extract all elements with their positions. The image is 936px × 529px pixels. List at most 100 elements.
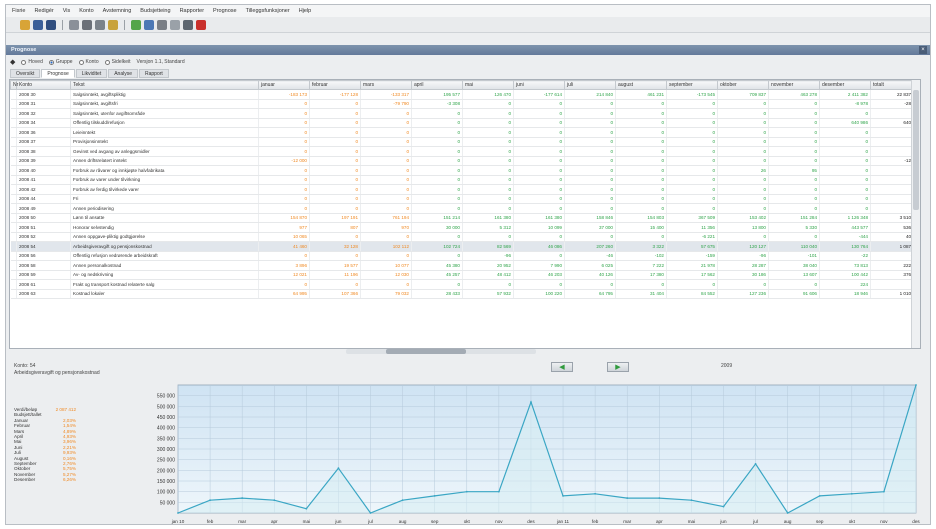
table-row[interactable]: 2008 31 Salgsinntekt, avgiftsfri 0 0 -79 790… [10, 99, 920, 109]
print-icon[interactable] [82, 19, 92, 30]
value-cell[interactable]: 3 896 [258, 260, 310, 271]
value-cell[interactable]: 0 [819, 194, 871, 204]
value-cell[interactable]: 0 [462, 127, 514, 138]
value-cell[interactable]: 0 [513, 175, 565, 185]
menu-item[interactable]: Hjelp [299, 8, 312, 14]
value-cell[interactable]: 0 [819, 156, 871, 166]
money-icon[interactable] [108, 19, 118, 30]
value-cell[interactable]: 102 112 [360, 241, 412, 252]
value-cell[interactable]: 0 [615, 165, 667, 176]
table-row[interactable]: 2008 42 Forbruk av ferdig tilvirkede vare… [10, 184, 920, 195]
value-cell[interactable]: 0 [309, 279, 361, 290]
value-cell[interactable]: 0 [411, 127, 463, 138]
column-header[interactable]: november [768, 80, 820, 90]
value-cell[interactable]: 0 [360, 137, 412, 147]
value-cell[interactable]: 0 [513, 108, 565, 119]
tab-analyse[interactable]: Analyse [108, 69, 138, 78]
value-cell[interactable]: 0 [258, 137, 310, 147]
value-cell[interactable]: 0 [717, 203, 769, 214]
value-cell[interactable]: 10 077 [360, 260, 412, 271]
value-cell[interactable]: 0 [513, 251, 565, 261]
value-cell[interactable]: 0 [768, 156, 820, 166]
value-cell[interactable]: 64 995 [258, 289, 310, 299]
value-cell[interactable]: 0 [564, 146, 616, 157]
value-cell[interactable]: 0 [258, 118, 310, 128]
table-row[interactable]: 2008 49Annen periodisering0000000000000 [10, 203, 920, 214]
value-cell[interactable]: 0 [513, 232, 565, 242]
value-cell[interactable]: 0 [768, 99, 820, 109]
column-header[interactable]: august [615, 80, 667, 90]
value-cell[interactable]: 0 [360, 184, 412, 195]
value-cell[interactable]: 197 191 [309, 213, 361, 223]
value-cell[interactable]: 761 194 [360, 213, 412, 223]
value-cell[interactable]: 0 [564, 99, 616, 109]
value-cell[interactable]: 463 278 [768, 89, 820, 100]
column-header[interactable]: desember [819, 80, 871, 90]
menu-item[interactable]: Konto [79, 8, 93, 14]
value-cell[interactable]: 0 [462, 156, 514, 166]
table-row[interactable]: 2008 51 Honorar selvstendig 977 807 970 30 00… [10, 222, 920, 233]
value-cell[interactable]: 0 [819, 127, 871, 138]
value-cell[interactable]: 0 [819, 137, 871, 147]
value-cell[interactable]: 0 [666, 156, 718, 166]
undo-icon[interactable] [144, 19, 154, 30]
value-cell[interactable]: 0 [819, 203, 871, 214]
value-cell[interactable]: 0 [411, 251, 463, 261]
value-cell[interactable]: 214 840 [564, 89, 616, 100]
value-cell[interactable]: 0 [717, 108, 769, 119]
value-cell[interactable]: 154 870 [258, 213, 310, 223]
value-cell[interactable]: 0 [360, 251, 412, 261]
value-cell[interactable]: 0 [309, 232, 361, 242]
value-cell[interactable]: 19 577 [309, 260, 361, 271]
value-cell[interactable]: 0 [258, 251, 310, 261]
value-cell[interactable]: 443 577 [819, 222, 871, 233]
value-cell[interactable]: 0 [360, 118, 412, 128]
value-cell[interactable]: -133 317 [360, 89, 412, 100]
filter-option-gruppe[interactable]: Gruppe [48, 59, 73, 65]
column-header[interactable]: februar [309, 80, 361, 90]
table-row[interactable]: 2008 39 Annen driftsrelatert inntekt -12 0… [10, 156, 920, 166]
value-cell[interactable]: 31 404 [615, 289, 667, 299]
table-row[interactable]: 2008 37Provisjonsinntekt0000000000000 [10, 137, 920, 147]
value-cell[interactable]: 154 803 [615, 213, 667, 223]
value-cell[interactable]: 151 284 [768, 213, 820, 223]
value-cell[interactable]: 20 952 [462, 260, 514, 271]
value-cell[interactable]: 0 [819, 165, 871, 176]
menu-item[interactable]: Prognose [213, 8, 237, 14]
value-cell[interactable]: -101 [768, 251, 820, 261]
value-cell[interactable]: 0 [615, 232, 667, 242]
column-header[interactable]: juli [564, 80, 616, 90]
value-cell[interactable]: 0 [717, 99, 769, 109]
value-cell[interactable]: 0 [513, 203, 565, 214]
value-cell[interactable]: 0 [564, 184, 616, 195]
value-cell[interactable]: 0 [309, 156, 361, 166]
value-cell[interactable]: 0 [360, 203, 412, 214]
column-header[interactable]: Konto [16, 80, 71, 90]
value-cell[interactable]: 367 509 [666, 213, 718, 223]
value-cell[interactable]: 0 [462, 99, 514, 109]
value-cell[interactable]: 91 606 [768, 289, 820, 299]
value-cell[interactable]: 0 [513, 194, 565, 204]
value-cell[interactable]: 0 [411, 137, 463, 147]
value-cell[interactable]: -46 [564, 251, 616, 261]
value-cell[interactable]: 0 [564, 156, 616, 166]
value-cell[interactable]: 977 [258, 222, 310, 233]
value-cell[interactable]: 807 [309, 222, 361, 233]
value-cell[interactable]: 95 [768, 165, 820, 176]
value-cell[interactable]: 0 [462, 184, 514, 195]
column-header[interactable]: juni [513, 80, 565, 90]
value-cell[interactable]: 28 287 [717, 260, 769, 271]
value-cell[interactable]: 0 [717, 118, 769, 128]
menu-item[interactable]: Budsjetteing [140, 8, 170, 14]
value-cell[interactable]: 120 127 [717, 241, 769, 252]
value-cell[interactable]: 0 [258, 175, 310, 185]
value-cell[interactable]: -79 790 [360, 99, 412, 109]
back-arrow-icon[interactable]: ◆ [10, 58, 15, 66]
value-cell[interactable]: -173 545 [666, 89, 718, 100]
value-cell[interactable]: -177 128 [309, 89, 361, 100]
value-cell[interactable]: 79 032 [360, 289, 412, 299]
value-cell[interactable]: 0 [360, 194, 412, 204]
value-cell[interactable]: 0 [309, 137, 361, 147]
value-cell[interactable]: 153 402 [717, 213, 769, 223]
value-cell[interactable]: 0 [768, 108, 820, 119]
